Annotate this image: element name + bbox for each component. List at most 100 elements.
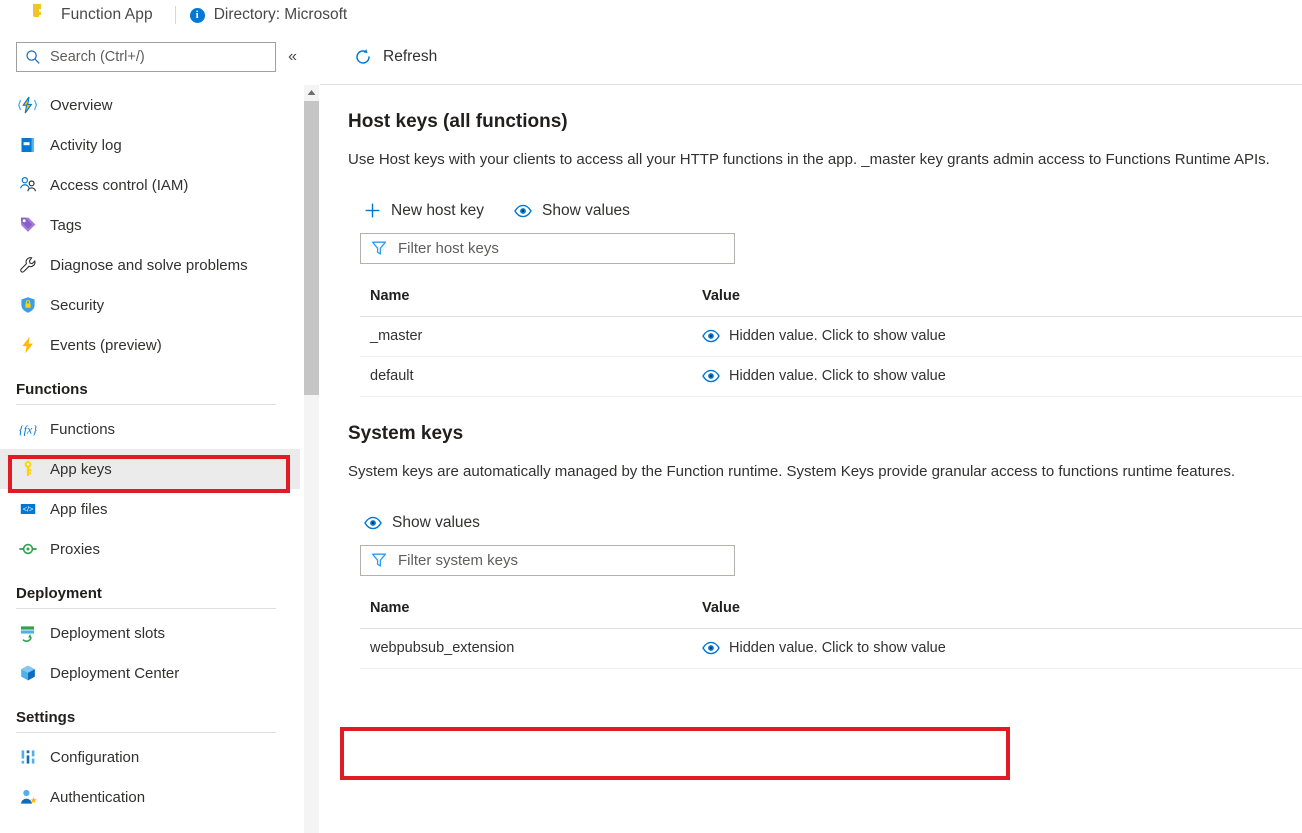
content-vertical-scrollbar[interactable]: [304, 85, 319, 833]
sidebar-search-row: Search (Ctrl+/) «: [0, 30, 300, 72]
sidebar-item-app-keys[interactable]: App keys: [0, 449, 300, 489]
plus-icon: [364, 202, 381, 219]
host-keys-table: Name Value _master Hidden val: [360, 288, 1302, 397]
key-icon: [18, 459, 38, 479]
new-host-key-button[interactable]: New host key: [360, 199, 488, 223]
sidebar-item-overview[interactable]: Overview: [0, 85, 300, 125]
sidebar-item-functions[interactable]: {fx} Functions: [0, 409, 300, 449]
sidebar-item-label: Deployment Center: [50, 665, 179, 682]
search-icon: [25, 49, 41, 65]
scroll-up-arrow-icon[interactable]: [304, 85, 319, 100]
new-host-key-label: New host key: [391, 202, 484, 220]
sidebar-item-authentication[interactable]: Authentication: [0, 777, 300, 817]
authentication-user-icon: [18, 787, 38, 807]
system-keys-title: System keys: [348, 423, 1302, 445]
sidebar-item-events[interactable]: Events (preview): [0, 325, 300, 365]
eye-icon: [702, 641, 720, 655]
sidebar-item-activity-log[interactable]: Activity log: [0, 125, 300, 165]
events-lightning-icon: [18, 335, 38, 355]
nav-group-divider: [16, 732, 276, 733]
sidebar-item-label: Proxies: [50, 541, 100, 558]
sidebar-item-security[interactable]: Security: [0, 285, 300, 325]
main-content-area: Refresh Host keys (all functions) Use Ho…: [320, 30, 1302, 833]
table-row[interactable]: webpubsub_extension Hidden value. Click …: [360, 628, 1302, 668]
tags-icon: [18, 215, 38, 235]
sidebar-item-label: Diagnose and solve problems: [50, 257, 248, 274]
sidebar-item-label: Functions: [50, 421, 115, 438]
sidebar-item-deployment-slots[interactable]: Deployment slots: [0, 613, 300, 653]
host-key-value-cell[interactable]: Hidden value. Click to show value: [692, 316, 1302, 356]
eye-icon: [514, 204, 532, 218]
sidebar-item-label: Tags: [50, 217, 82, 234]
command-bar: Refresh: [320, 30, 1302, 84]
deployment-center-cube-icon: [18, 663, 38, 683]
host-key-name: default: [360, 356, 692, 396]
filter-system-keys-input[interactable]: Filter system keys: [360, 545, 735, 576]
configuration-sliders-icon: [18, 747, 38, 767]
table-header-row: Name Value: [360, 288, 1302, 317]
refresh-icon: [354, 48, 372, 66]
sidebar-item-access-control[interactable]: Access control (IAM): [0, 165, 300, 205]
app-type-label: Function App: [61, 6, 153, 24]
sidebar-item-label: Deployment slots: [50, 625, 165, 642]
nav-group-divider: [16, 404, 276, 405]
app-keys-panel: Host keys (all functions) Use Host keys …: [320, 111, 1302, 669]
table-header-row: Name Value: [360, 600, 1302, 629]
host-keys-show-values-button[interactable]: Show values: [510, 199, 634, 223]
sidebar-item-label: Activity log: [50, 137, 122, 154]
filter-funnel-icon: [371, 240, 387, 256]
reveal-value-link[interactable]: Hidden value. Click to show value: [702, 328, 1302, 344]
reveal-value-link[interactable]: Hidden value. Click to show value: [702, 640, 1302, 656]
host-keys-description: Use Host keys with your clients to acces…: [348, 149, 1292, 171]
column-header-name: Name: [360, 288, 692, 317]
hidden-value-text: Hidden value. Click to show value: [729, 328, 946, 344]
wrench-icon: [18, 255, 38, 275]
system-key-value-cell[interactable]: Hidden value. Click to show value: [692, 628, 1302, 668]
host-keys-title: Host keys (all functions): [348, 111, 1302, 133]
function-app-key-icon: [28, 4, 46, 26]
table-row[interactable]: _master Hidden value. Click to show valu…: [360, 316, 1302, 356]
eye-icon: [364, 516, 382, 530]
show-values-label: Show values: [542, 202, 630, 220]
host-key-value-cell[interactable]: Hidden value. Click to show value: [692, 356, 1302, 396]
directory-label: Directory: Microsoft: [214, 6, 348, 24]
sidebar-item-diagnose[interactable]: Diagnose and solve problems: [0, 245, 300, 285]
info-icon[interactable]: i: [190, 8, 205, 23]
sidebar-item-label: Access control (IAM): [50, 177, 188, 194]
system-keys-actions: Show values: [360, 511, 1302, 535]
top-header-bar: Function App i Directory: Microsoft: [0, 0, 1302, 30]
system-keys-table: Name Value webpubsub_extension: [360, 600, 1302, 669]
sidebar-item-tags[interactable]: Tags: [0, 205, 300, 245]
sidebar-item-configuration[interactable]: Configuration: [0, 737, 300, 777]
sidebar-item-proxies[interactable]: Proxies: [0, 529, 300, 569]
refresh-button[interactable]: Refresh: [348, 44, 443, 70]
sidebar-nav-list: Overview Activity log: [0, 85, 300, 817]
overview-lightning-icon: [18, 95, 38, 115]
table-row[interactable]: default Hidden value. Click to show valu…: [360, 356, 1302, 396]
sidebar-item-label: Events (preview): [50, 337, 162, 354]
nav-group-title-functions: Functions: [0, 365, 300, 404]
code-file-icon: </>: [18, 499, 38, 519]
system-keys-show-values-button[interactable]: Show values: [360, 511, 484, 535]
svg-text:</>: </>: [23, 505, 34, 514]
sidebar-item-app-files[interactable]: </> App files: [0, 489, 300, 529]
sidebar-item-label: Security: [50, 297, 104, 314]
scrollbar-thumb[interactable]: [304, 101, 319, 395]
command-bar-divider: [320, 84, 1302, 85]
reveal-value-link[interactable]: Hidden value. Click to show value: [702, 368, 1302, 384]
filter-host-keys-input[interactable]: Filter host keys: [360, 233, 735, 264]
shield-lock-icon: [18, 295, 38, 315]
show-values-label: Show values: [392, 514, 480, 532]
hidden-value-text: Hidden value. Click to show value: [729, 368, 946, 384]
left-navigation-sidebar: Search (Ctrl+/) « Overview: [0, 30, 300, 833]
eye-icon: [702, 369, 720, 383]
sidebar-item-deployment-center[interactable]: Deployment Center: [0, 653, 300, 693]
sidebar-item-label: Overview: [50, 97, 113, 114]
chevron-double-left-icon[interactable]: «: [285, 47, 300, 67]
sidebar-item-label: App keys: [50, 461, 112, 478]
search-input[interactable]: Search (Ctrl+/): [16, 42, 276, 72]
filter-funnel-icon: [371, 552, 387, 568]
nav-group-title-deployment: Deployment: [0, 569, 300, 608]
deployment-slots-icon: [18, 623, 38, 643]
sidebar-item-label: App files: [50, 501, 108, 518]
